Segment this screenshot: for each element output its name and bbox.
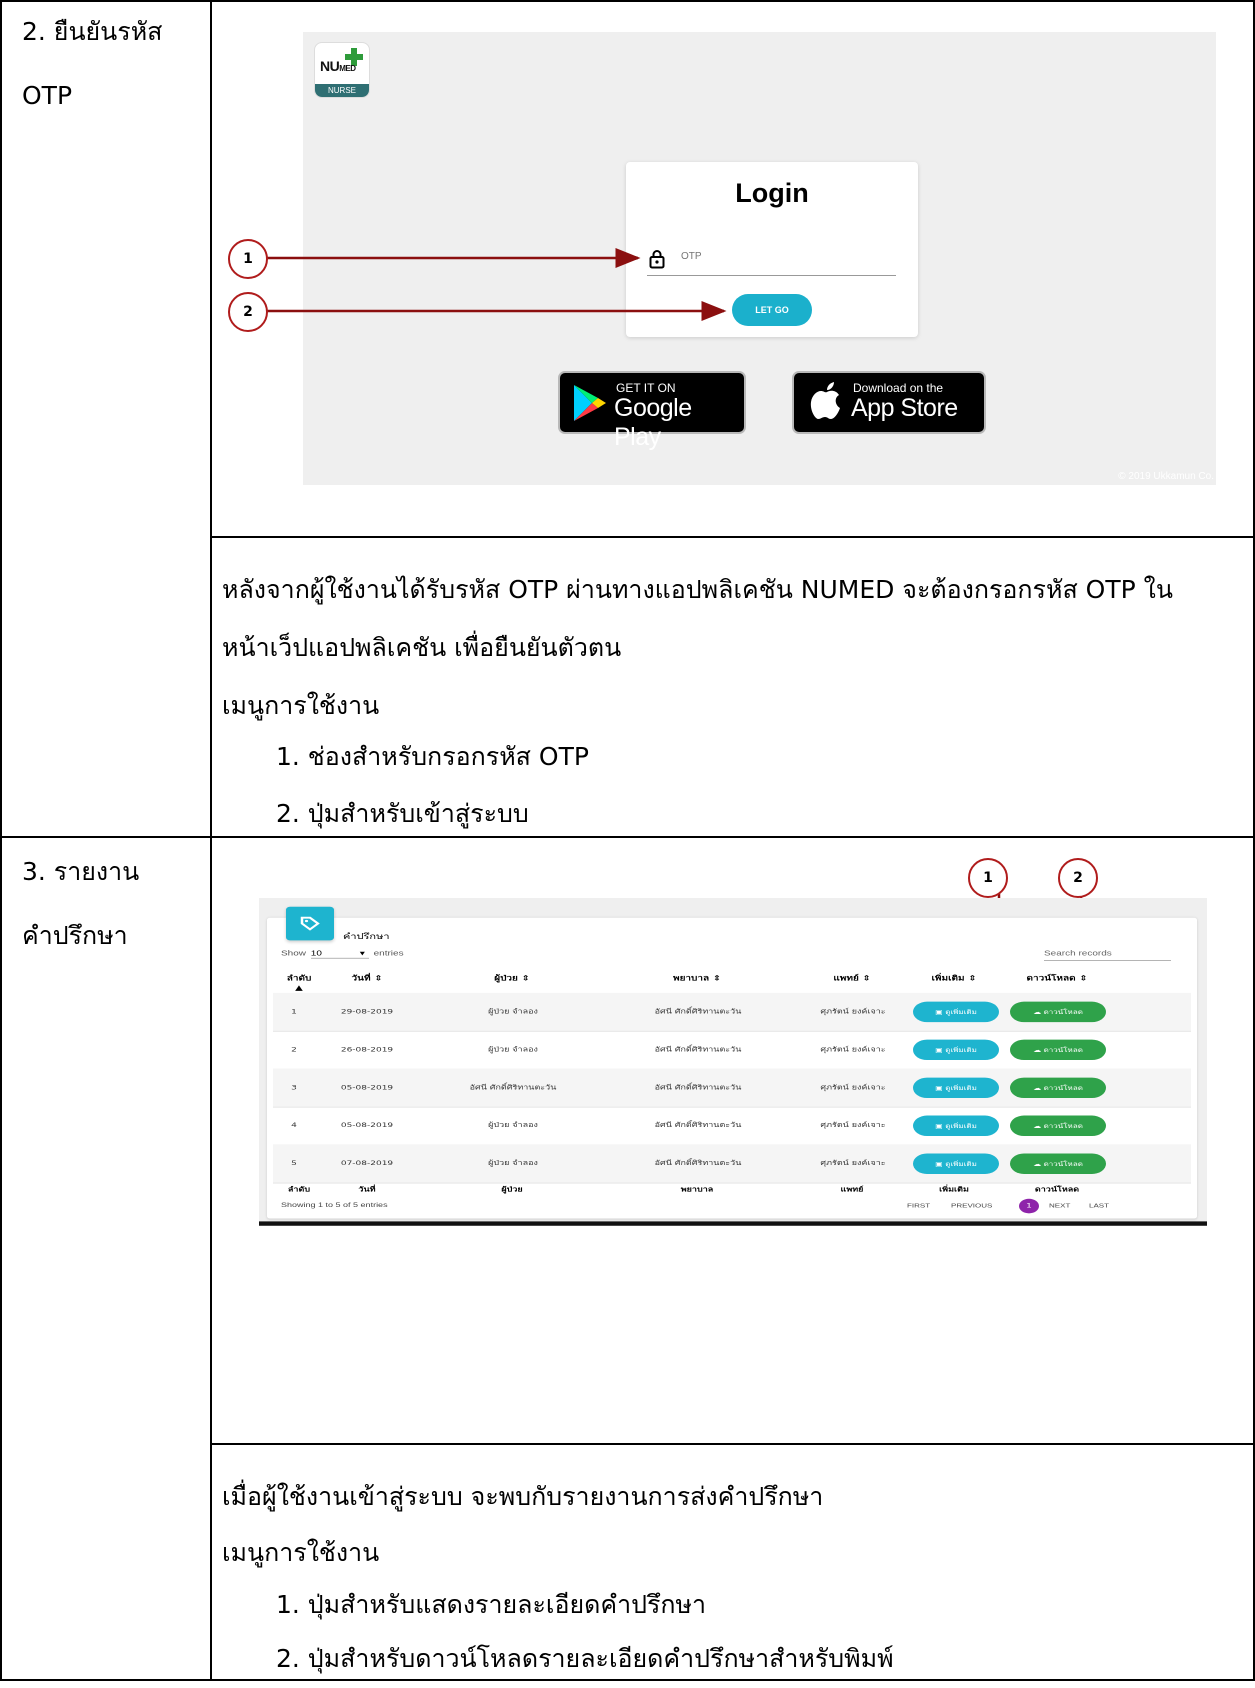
report-card-lower (267, 925, 1197, 1197)
report-bottom-bar (259, 1221, 1207, 1226)
menu-heading: เมนูการใช้งาน (222, 691, 380, 720)
section-3-label: 3. รายงาน คำปรึกษา (22, 840, 139, 968)
annotation-arrows (266, 248, 1091, 1081)
description-line: หลังจากผู้ใช้งานได้รับรหัส OTP ผ่านทางแอ… (222, 575, 1173, 604)
callout-2: 2 (1058, 858, 1098, 898)
pager-last[interactable]: LAST (1089, 1202, 1109, 1209)
description-line: เมื่อผู้ใช้งานเข้าสู่ระบบ จะพบกับรายงานก… (222, 1482, 824, 1511)
pager-first[interactable]: FIRST (907, 1202, 930, 1209)
menu-item: 1. ช่องสำหรับกรอกรหัส OTP (276, 742, 589, 771)
section-label-line: 3. รายงาน (22, 857, 140, 886)
pager-previous[interactable]: PREVIOUS (951, 1202, 992, 1209)
menu-item: 1. ปุ่มสำหรับแสดงรายละเอียดคำปรึกษา (276, 1590, 707, 1619)
showing-info: Showing 1 to 5 of 5 entries (281, 1200, 388, 1209)
pager-next[interactable]: NEXT (1049, 1202, 1070, 1209)
menu-heading: เมนูการใช้งาน (222, 1538, 380, 1567)
callout-2: 2 (228, 292, 268, 332)
menu-item: 2. ปุ่มสำหรับเข้าสู่ระบบ (276, 799, 529, 828)
section-label-line: คำปรึกษา (22, 921, 128, 950)
callout-1: 1 (228, 239, 268, 279)
description-line: หน้าเว็ปแอปพลิเคชัน เพื่อยืนยันตัวตน (222, 633, 622, 662)
pager-current[interactable]: 1 (1019, 1198, 1039, 1214)
menu-item: 2. ปุ่มสำหรับดาวน์โหลดรายละเอียดคำปรึกษา… (276, 1644, 894, 1673)
callout-1: 1 (968, 858, 1008, 898)
